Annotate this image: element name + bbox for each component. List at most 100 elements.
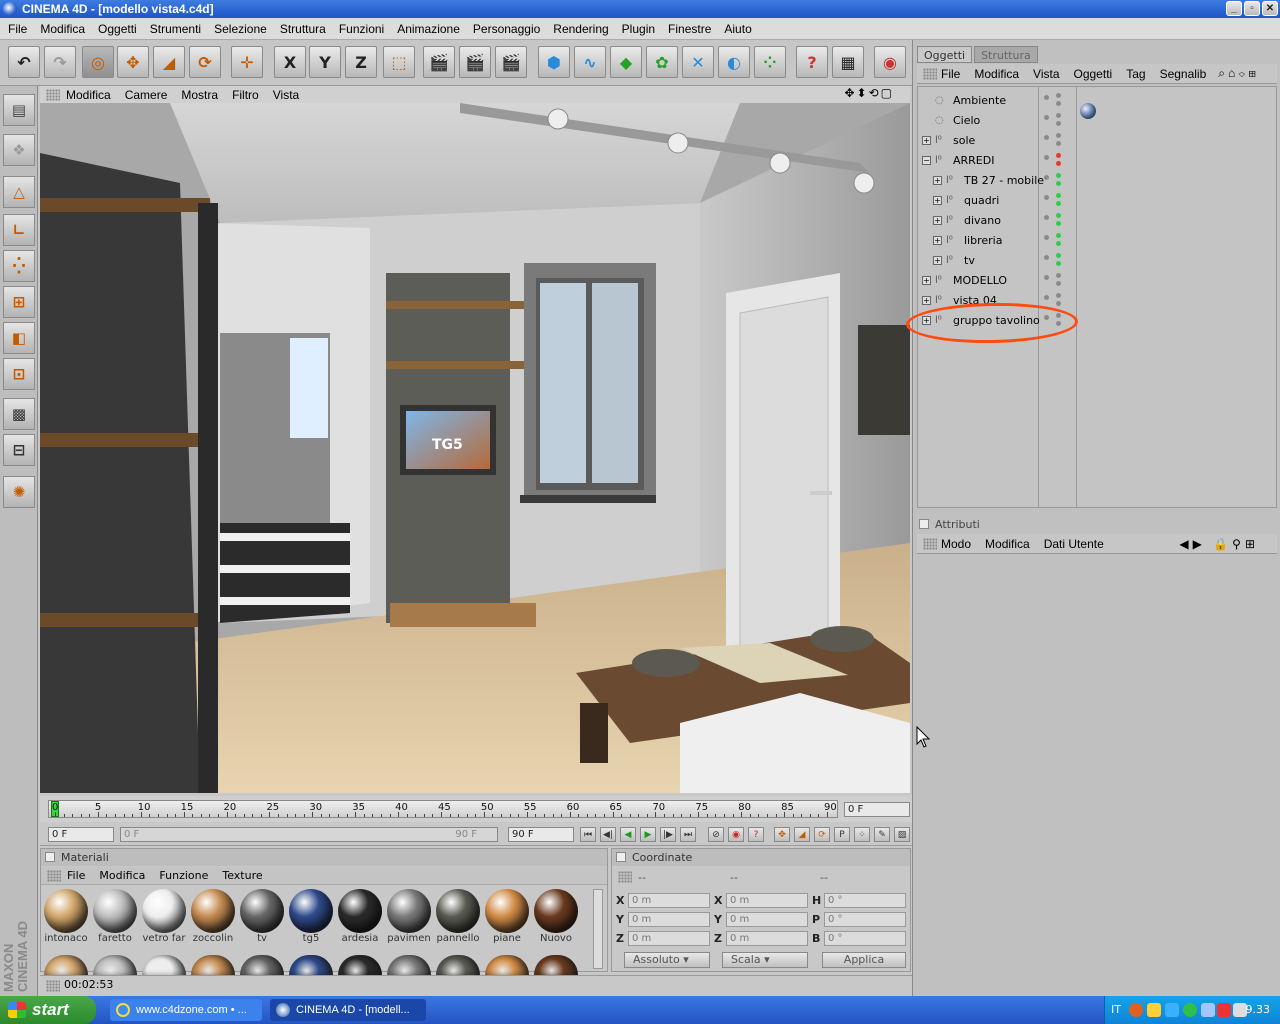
messenger-tray-icon[interactable]	[1147, 1003, 1161, 1017]
menu-animazione[interactable]: Animazione	[397, 22, 460, 36]
coordinate-system-icon[interactable]: ⬚	[383, 46, 415, 78]
viewport-menu-camere[interactable]: Camere	[125, 88, 168, 102]
material-swatch-row2[interactable]	[485, 955, 529, 975]
material-swatch-row2[interactable]	[387, 955, 431, 975]
size-x-field[interactable]: 0 m	[726, 893, 808, 908]
rotation-b-field[interactable]: 0 °	[824, 931, 906, 946]
material-swatch[interactable]: tv	[239, 889, 285, 944]
axis-mode-icon[interactable]: ∟	[3, 214, 35, 246]
polygons-mode-icon[interactable]: ◧	[3, 322, 35, 354]
previous-frame-icon[interactable]: ◀|	[600, 827, 616, 842]
array-icon[interactable]: ✿	[646, 46, 678, 78]
object-name[interactable]: TB 27 - mobile	[964, 171, 1044, 191]
render-visibility-dot[interactable]	[1056, 273, 1061, 278]
material-swatch-row2[interactable]	[240, 955, 284, 975]
render-visibility-dot[interactable]	[1056, 113, 1061, 118]
material-swatch-row2[interactable]	[289, 955, 333, 975]
taskbar-task-cinema4d[interactable]: CINEMA 4D - [modell...	[270, 999, 426, 1021]
close-button[interactable]: ✕	[1262, 1, 1278, 16]
sky-material-tag-icon[interactable]	[1080, 103, 1096, 119]
object-name[interactable]: MODELLO	[953, 271, 1007, 291]
timeline-ruler[interactable]: 0 5 10 15 20 25 30 35 40 45 50 55 60 65 70 75 80 85 90	[48, 800, 838, 818]
position-z-field[interactable]: 0 m	[628, 931, 710, 946]
editor-visibility-dot[interactable]	[1044, 215, 1049, 220]
texture-mode-icon[interactable]: ▩	[3, 398, 35, 430]
position-x-field[interactable]: 0 m	[628, 893, 710, 908]
expand-toggle-icon[interactable]: +	[922, 296, 931, 305]
start-frame-field[interactable]: 0 F	[48, 827, 114, 842]
maximize-button[interactable]: ▫	[1244, 1, 1260, 16]
objects-menu-file[interactable]: File	[941, 67, 960, 81]
render-visibility-dot[interactable]	[1056, 253, 1061, 258]
play-forward-icon[interactable]: ▶	[640, 827, 656, 842]
menu-aiuto[interactable]: Aiuto	[724, 22, 751, 36]
object-tree-row[interactable]: + ⅼ⁰ divano	[918, 211, 1276, 231]
edges-mode-icon[interactable]: ⊞	[3, 286, 35, 318]
viewport-navigation-icons[interactable]: ✥⬍⟲▢	[844, 86, 894, 100]
editor-visibility-dot[interactable]	[1044, 295, 1049, 300]
editor-visibility-dot[interactable]	[1044, 135, 1049, 140]
menu-strumenti[interactable]: Strumenti	[150, 22, 201, 36]
materials-scrollbar[interactable]	[593, 889, 603, 969]
render-settings-icon[interactable]: 🎬	[495, 46, 527, 78]
expand-toggle-icon[interactable]: +	[922, 136, 931, 145]
apply-button[interactable]: Applica	[822, 952, 906, 968]
world-axis-icon[interactable]: ✛	[231, 46, 263, 78]
go-to-start-icon[interactable]: ⏮	[580, 827, 596, 842]
system-clock[interactable]: 9.33	[1246, 996, 1271, 1024]
editor-visibility-dot[interactable]	[1044, 255, 1049, 260]
render-visibility-dot[interactable]	[1056, 93, 1061, 98]
range-slider[interactable]: 0 F 90 F	[120, 827, 498, 842]
antivirus-tray-icon[interactable]	[1183, 1003, 1197, 1017]
render-visibility-dot[interactable]	[1056, 173, 1061, 178]
render-visibility-dot[interactable]	[1056, 141, 1061, 146]
size-z-field[interactable]: 0 m	[726, 931, 808, 946]
material-swatch[interactable]: pannello	[435, 889, 481, 944]
objects-menu-oggetti[interactable]: Oggetti	[1074, 67, 1113, 81]
material-swatch-row2[interactable]	[93, 955, 137, 975]
editor-visibility-dot[interactable]	[1044, 175, 1049, 180]
editor-visibility-dot[interactable]	[1044, 275, 1049, 280]
materials-menu-file[interactable]: File	[67, 869, 85, 882]
expand-toggle-icon[interactable]: +	[922, 276, 931, 285]
editor-visibility-dot[interactable]	[1044, 195, 1049, 200]
y-axis-toggle[interactable]: Y	[309, 46, 341, 78]
editor-visibility-dot[interactable]	[1044, 235, 1049, 240]
expand-toggle-icon[interactable]: +	[933, 256, 942, 265]
tab-struttura[interactable]: Struttura	[974, 46, 1038, 63]
object-name[interactable]: ARREDI	[953, 151, 994, 171]
timeline-window-icon[interactable]: ▨	[894, 827, 910, 842]
material-swatch-row2[interactable]	[534, 955, 578, 975]
rotate-tool-icon[interactable]: ⟳	[189, 46, 221, 78]
layout-browser-icon[interactable]: ◉	[874, 46, 906, 78]
rotation-h-field[interactable]: 0 °	[824, 893, 906, 908]
back-arrow-tray-icon[interactable]	[1129, 1003, 1143, 1017]
record-keys-icon[interactable]: ⊘	[708, 827, 724, 842]
expand-toggle-icon[interactable]: +	[933, 236, 942, 245]
record-icon[interactable]: ◉	[728, 827, 744, 842]
object-name[interactable]: quadri	[964, 191, 999, 211]
menu-oggetti[interactable]: Oggetti	[98, 22, 137, 36]
help-icon[interactable]: ?	[796, 46, 828, 78]
object-tree-row[interactable]: + ⅼ⁰ TB 27 - mobile	[918, 171, 1276, 191]
render-visibility-dot[interactable]	[1056, 201, 1061, 206]
material-swatch[interactable]: Nuovo	[533, 889, 579, 944]
current-frame-field[interactable]: 0 F	[844, 802, 910, 817]
material-swatch[interactable]: vetro far	[141, 889, 187, 944]
menu-file[interactable]: File	[8, 22, 27, 36]
objects-menu-modifica[interactable]: Modifica	[974, 67, 1019, 81]
object-name[interactable]: tv	[964, 251, 975, 271]
network-tray-icon[interactable]	[1165, 1003, 1179, 1017]
coordinates-panel-toggle[interactable]	[616, 852, 626, 862]
key-rotation-icon[interactable]: ⟳	[814, 827, 830, 842]
render-visibility-dot[interactable]	[1056, 221, 1061, 226]
next-frame-icon[interactable]: |▶	[660, 827, 676, 842]
object-tree-row[interactable]: ◌ Ambiente	[918, 91, 1276, 111]
object-tree-row[interactable]: + ⅼ⁰ MODELLO	[918, 271, 1276, 291]
uv-mode-icon[interactable]: ⊡	[3, 358, 35, 390]
size-mode-dropdown[interactable]: Scala ▾	[722, 952, 808, 968]
render-picture-viewer-icon[interactable]: 🎬	[459, 46, 491, 78]
menu-finestre[interactable]: Finestre	[668, 22, 711, 36]
material-swatch[interactable]: pavimen	[386, 889, 432, 944]
objects-menu-tag[interactable]: Tag	[1126, 67, 1145, 81]
